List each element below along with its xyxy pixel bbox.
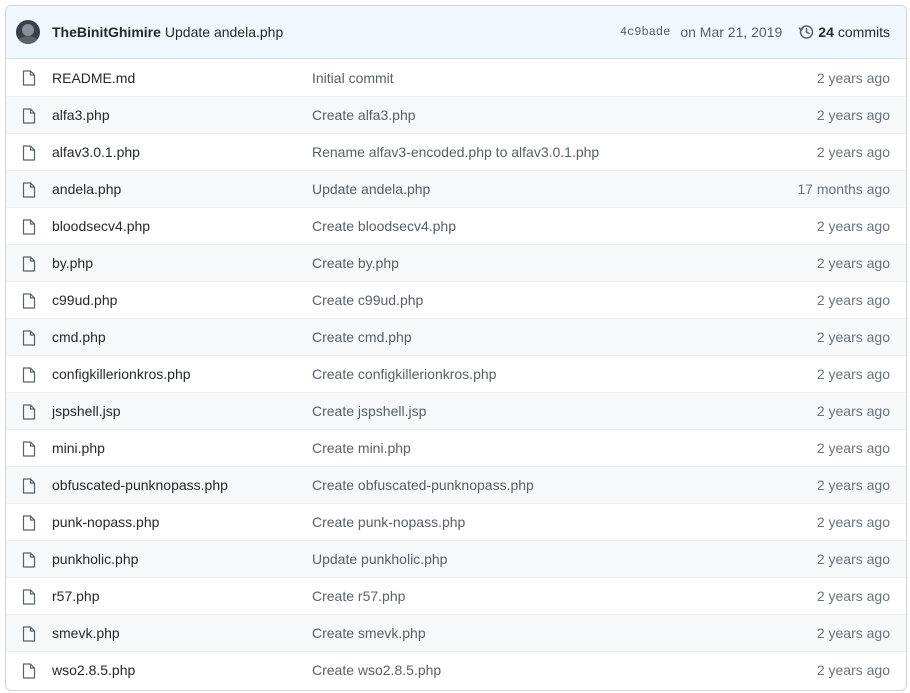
file-row[interactable]: punkholic.php Update punkholic.php 2 years… [6,540,906,577]
commit-meta: 4c9bade on Mar 21, 2019 24 commits [620,24,890,40]
file-commit-message-link[interactable]: Create configkillerionkros.php [312,366,496,382]
file-icon [22,626,36,642]
file-icon [22,552,36,568]
latest-commit-bar: TheBinitGhimire Update andela.php 4c9bad… [6,6,906,59]
file-commit-message-link[interactable]: Create smevk.php [312,625,426,641]
file-icon [22,663,36,679]
file-age: 2 years ago [816,514,890,530]
file-name-link[interactable]: wso2.8.5.php [52,662,135,678]
file-age: 2 years ago [816,662,890,678]
file-name-link[interactable]: punk-nopass.php [52,514,159,530]
file-commit-message-link[interactable]: Update andela.php [312,181,430,197]
file-list: README.md Initial commit 2 years ago alfa3.… [6,59,906,688]
history-icon [798,25,814,39]
file-commit-message-link[interactable]: Create punk-nopass.php [312,514,465,530]
file-age: 2 years ago [816,551,890,567]
file-icon [22,256,36,272]
file-commit-message-link[interactable]: Create wso2.8.5.php [312,662,441,678]
file-name-link[interactable]: mini.php [52,440,105,456]
file-icon [22,515,36,531]
file-icon [22,589,36,605]
file-commit-message-link[interactable]: Create bloodsecv4.php [312,218,456,234]
commit-sha-link[interactable]: 4c9bade [620,25,670,39]
file-row[interactable]: punk-nopass.php Create punk-nopass.php 2 y… [6,503,906,540]
file-row[interactable]: bloodsecv4.php Create bloodsecv4.php 2 yea… [6,207,906,244]
file-name-link[interactable]: jspshell.jsp [52,403,120,419]
file-icon [22,478,36,494]
file-row[interactable]: smevk.php Create smevk.php 2 years ago [6,614,906,651]
file-icon [22,182,36,198]
file-row[interactable]: obfuscated-punknopass.php Create obfuscat… [6,466,906,503]
file-age: 2 years ago [816,107,890,123]
file-icon [22,145,36,161]
file-name-link[interactable]: cmd.php [52,329,106,345]
file-icon [22,330,36,346]
file-row[interactable]: c99ud.php Create c99ud.php 2 years ago [6,281,906,318]
file-commit-message-link[interactable]: Create cmd.php [312,329,412,345]
file-commit-message-link[interactable]: Create jspshell.jsp [312,403,426,419]
file-age: 2 years ago [816,588,890,604]
file-icon [22,108,36,124]
file-row[interactable]: README.md Initial commit 2 years ago [6,59,906,96]
file-browser: TheBinitGhimire Update andela.php 4c9bad… [5,5,907,691]
file-name-link[interactable]: smevk.php [52,625,120,641]
file-row[interactable]: r57.php Create r57.php 2 years ago [6,577,906,614]
file-commit-message-link[interactable]: Create alfa3.php [312,107,416,123]
file-name-link[interactable]: README.md [52,70,135,86]
file-commit-message-link[interactable]: Update punkholic.php [312,551,447,567]
file-age: 2 years ago [816,329,890,345]
file-age: 2 years ago [816,403,890,419]
file-name-link[interactable]: punkholic.php [52,551,138,567]
commits-label: commits [837,24,890,40]
file-name-link[interactable]: bloodsecv4.php [52,218,150,234]
file-row[interactable]: alfa3.php Create alfa3.php 2 years ago [6,96,906,133]
avatar[interactable] [16,20,40,44]
file-row[interactable]: jspshell.jsp Create jspshell.jsp 2 years a… [6,392,906,429]
file-commit-message-link[interactable]: Create c99ud.php [312,292,423,308]
file-name-link[interactable]: c99ud.php [52,292,117,308]
commit-author-link[interactable]: TheBinitGhimire [52,24,161,40]
file-row[interactable]: alfav3.0.1.php Rename alfav3-encoded.php … [6,133,906,170]
file-icon [22,404,36,420]
file-name-link[interactable]: andela.php [52,181,121,197]
file-age: 2 years ago [816,144,890,160]
file-age: 2 years ago [816,440,890,456]
file-age: 2 years ago [816,477,890,493]
file-commit-message-link[interactable]: Rename alfav3-encoded.php to alfav3.0.1.… [312,144,599,160]
file-age: 2 years ago [816,625,890,641]
file-age: 2 years ago [816,366,890,382]
file-name-link[interactable]: by.php [52,255,93,271]
file-row[interactable]: configkillerionkros.php Create configkill… [6,355,906,392]
file-name-link[interactable]: alfa3.php [52,107,110,123]
file-commit-message-link[interactable]: Create obfuscated-punknopass.php [312,477,534,493]
file-name-link[interactable]: alfav3.0.1.php [52,144,140,160]
file-icon [22,367,36,383]
file-commit-message-link[interactable]: Create mini.php [312,440,411,456]
file-icon [22,293,36,309]
file-icon [22,70,36,86]
file-name-link[interactable]: configkillerionkros.php [52,366,191,382]
file-commit-message-link[interactable]: Initial commit [312,70,394,86]
commits-link[interactable]: 24 commits [798,24,890,40]
file-row[interactable]: cmd.php Create cmd.php 2 years ago [6,318,906,355]
file-row[interactable]: by.php Create by.php 2 years ago [6,244,906,281]
file-row[interactable]: wso2.8.5.php Create wso2.8.5.php 2 years a… [6,651,906,688]
commit-date: on Mar 21, 2019 [680,24,783,40]
file-row[interactable]: andela.php Update andela.php 17 months ago [6,170,906,207]
file-row[interactable]: mini.php Create mini.php 2 years ago [6,429,906,466]
file-name-link[interactable]: obfuscated-punknopass.php [52,477,228,493]
file-icon [22,219,36,235]
file-age: 2 years ago [816,218,890,234]
commit-message-link[interactable]: Update andela.php [165,24,283,40]
file-commit-message-link[interactable]: Create by.php [312,255,399,271]
file-commit-message-link[interactable]: Create r57.php [312,588,405,604]
file-age: 2 years ago [816,292,890,308]
file-age: 2 years ago [816,255,890,271]
file-name-link[interactable]: r57.php [52,588,99,604]
file-icon [22,441,36,457]
file-age: 2 years ago [816,69,890,86]
commit-count: 24 [818,24,834,40]
file-age: 17 months ago [797,181,890,197]
